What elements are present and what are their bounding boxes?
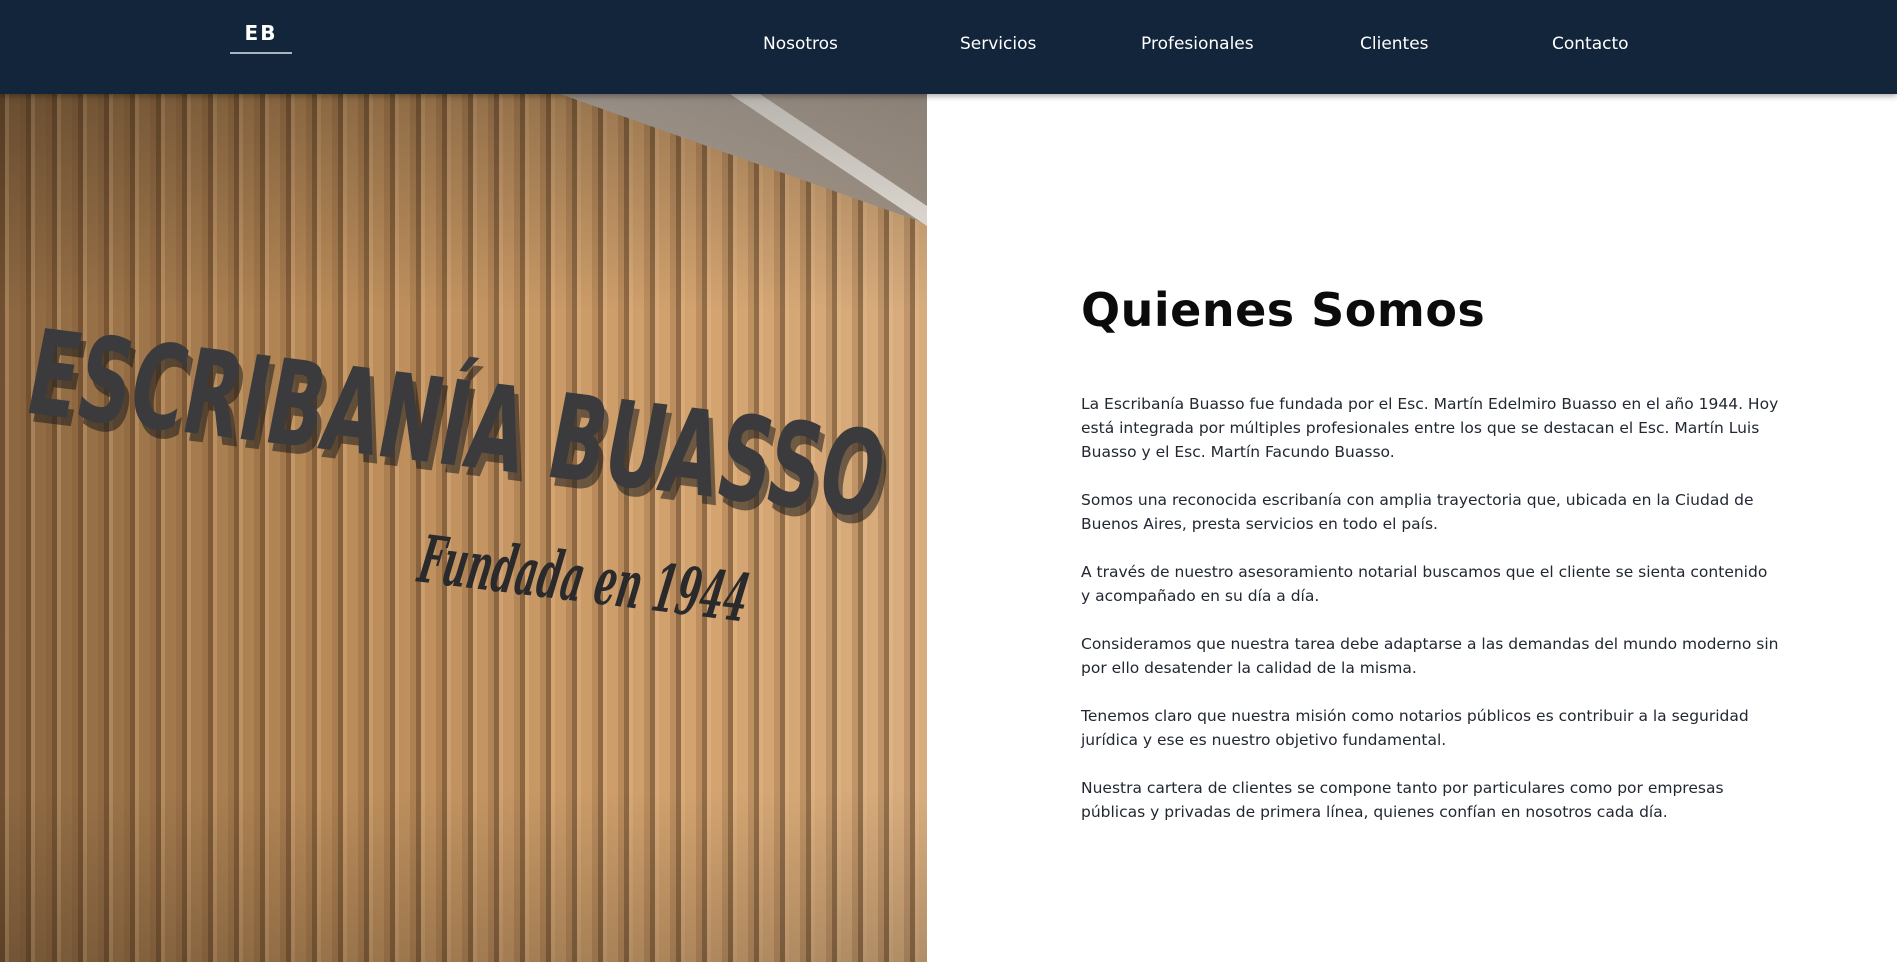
main-nav: Nosotros Servicios Profesionales Cliente…: [0, 0, 1897, 94]
nav-link-profesionales[interactable]: Profesionales: [1141, 32, 1254, 56]
about-paragraph-2: Somos una reconocida escribanía con ampl…: [1081, 491, 1754, 533]
about-paragraph-4: Consideramos que nuestra tarea debe adap…: [1081, 635, 1779, 677]
about-paragraph-3: A través de nuestro asesoramiento notari…: [1081, 563, 1768, 605]
page-title: Quienes Somos: [1081, 283, 1486, 337]
about-paragraph-1: La Escribanía Buasso fue fundada por el …: [1081, 395, 1779, 461]
office-sign-photo: ESCRIBANÍA BUASSO ESCRIBANÍA BUASSO Fund…: [0, 94, 927, 962]
nav-link-nosotros[interactable]: Nosotros: [763, 32, 838, 56]
about-paragraphs: La Escribanía Buasso fue fundada por el …: [1081, 392, 1781, 824]
nav-link-contacto[interactable]: Contacto: [1552, 32, 1629, 56]
nav-link-servicios[interactable]: Servicios: [960, 32, 1036, 56]
about-paragraph-6: Nuestra cartera de clientes se compone t…: [1081, 779, 1724, 821]
nav-link-clientes[interactable]: Clientes: [1360, 32, 1429, 56]
about-section: Quienes Somos La Escribanía Buasso fue f…: [1081, 278, 1781, 848]
about-paragraph-5: Tenemos claro que nuestra misión como no…: [1081, 707, 1749, 749]
top-navbar: EB Nosotros Servicios Profesionales Clie…: [0, 0, 1897, 94]
